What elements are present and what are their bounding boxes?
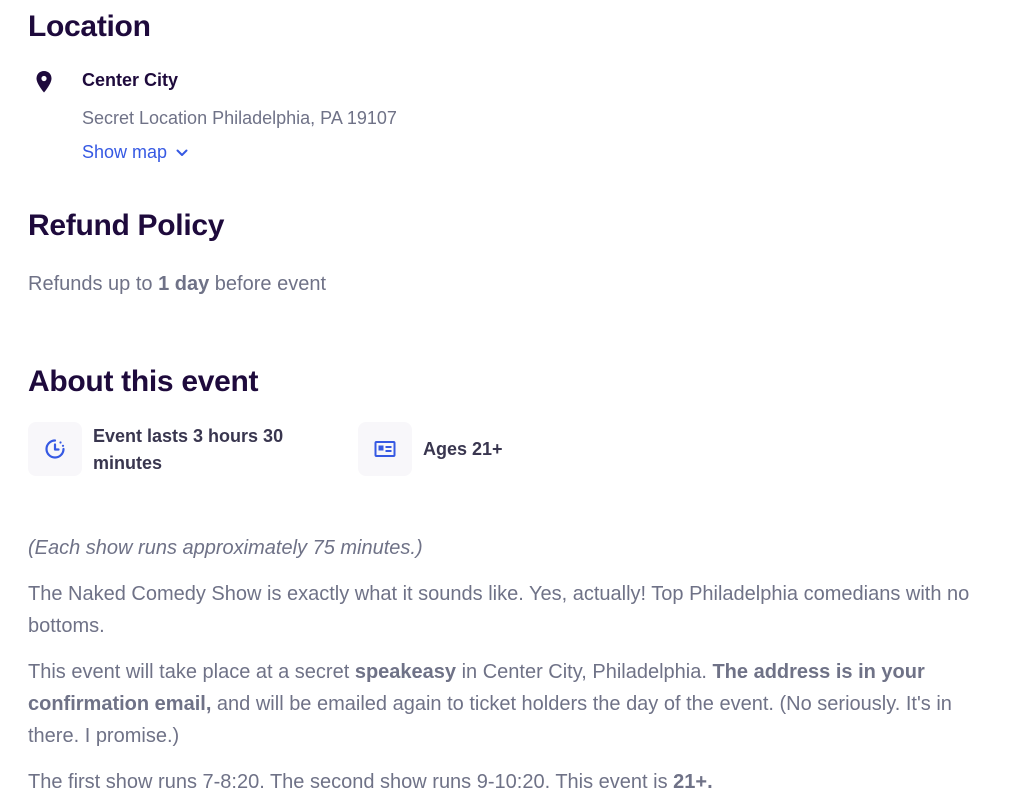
location-heading: Location	[28, 10, 151, 43]
venue-address: Secret Location Philadelphia, PA 19107	[82, 108, 397, 128]
description-paragraph-3: The first show runs 7-8:20. The second s…	[28, 766, 1003, 798]
para2-text-1: This event will take place at a secret	[28, 661, 355, 683]
refund-policy-text: Refunds up to 1 day before event	[28, 273, 326, 296]
para3-text-1: The first show runs 7-8:20. The second s…	[28, 771, 674, 793]
para2-bold-1: speakeasy	[354, 661, 457, 683]
description-paragraph-1: The Naked Comedy Show is exactly what it…	[28, 583, 970, 637]
clock-icon	[45, 439, 65, 459]
refund-text-start: Refunds up to	[28, 273, 159, 295]
para2-text-2: in Center City, Philadelphia.	[456, 661, 713, 683]
chevron-down-icon	[176, 149, 188, 156]
map-pin-icon	[36, 71, 52, 93]
ages-tile	[358, 422, 412, 476]
venue-name: Center City	[82, 70, 179, 90]
para3-bold-1: 21+.	[673, 771, 713, 793]
id-card-icon	[374, 441, 396, 457]
show-length-note: (Each show runs approximately 75 minutes…	[28, 537, 423, 559]
refund-text-end: before event	[209, 273, 326, 295]
refund-policy-heading: Refund Policy	[28, 209, 225, 242]
description-paragraph-2: This event will take place at a secret s…	[28, 656, 1003, 752]
show-map-label: Show map	[82, 142, 168, 162]
duration-tile	[28, 422, 82, 476]
age-restriction: Ages 21+	[423, 439, 503, 459]
about-heading: About this event	[28, 365, 259, 398]
show-map-link[interactable]: Show map	[82, 142, 189, 163]
event-duration: Event lasts 3 hours 30 minutes	[93, 426, 284, 473]
refund-text-bold: 1 day	[158, 273, 210, 295]
